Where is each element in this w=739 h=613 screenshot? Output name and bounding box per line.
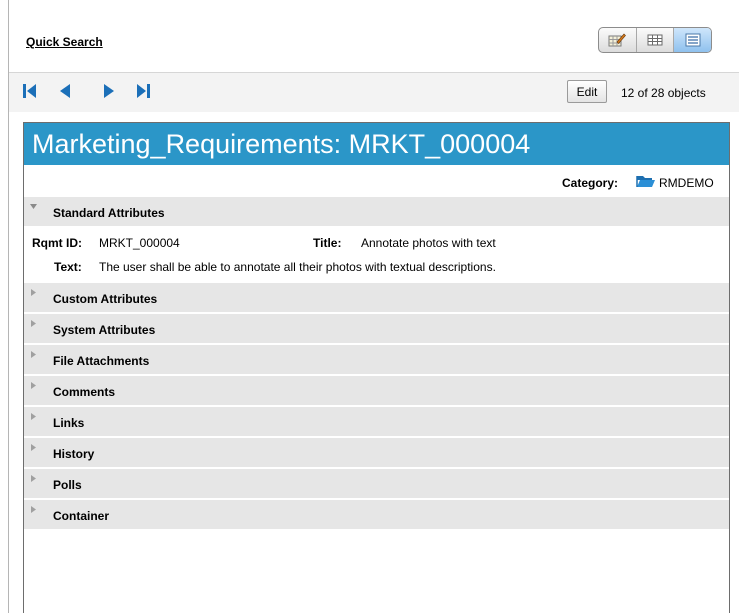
top-bar: Quick Search <box>9 0 739 72</box>
edit-form-icon <box>608 33 627 47</box>
view-form-button[interactable] <box>599 28 637 52</box>
record-navigation-bar: Edit 12 of 28 objects <box>9 72 739 112</box>
triangle-right-icon <box>31 506 36 513</box>
triangle-right-icon <box>31 475 36 482</box>
triangle-down-icon <box>30 204 37 209</box>
section-label: Custom Attributes <box>53 292 158 306</box>
section-polls[interactable]: Polls <box>24 469 729 500</box>
rqmt-id-label: Rqmt ID: <box>32 236 82 250</box>
section-container[interactable]: Container <box>24 500 729 531</box>
list-view-icon <box>685 33 701 47</box>
record-title: Marketing_Requirements: MRKT_000004 <box>24 123 729 165</box>
rqmt-id-value: MRKT_000004 <box>99 236 180 250</box>
title-label: Title: <box>313 236 342 250</box>
category-row: Category: RMDEMO <box>24 165 729 197</box>
previous-record-icon[interactable] <box>56 82 74 100</box>
section-standard-attributes[interactable]: Standard Attributes <box>24 197 729 228</box>
standard-attributes-body: Rqmt ID: MRKT_000004 Title: Annotate pho… <box>24 228 729 283</box>
quick-search-link[interactable]: Quick Search <box>26 35 103 49</box>
triangle-right-icon <box>31 320 36 327</box>
section-label: System Attributes <box>53 323 156 337</box>
section-comments[interactable]: Comments <box>24 376 729 407</box>
section-label: Container <box>53 509 110 523</box>
section-links[interactable]: Links <box>24 407 729 438</box>
category-value: RMDEMO <box>659 176 714 190</box>
triangle-right-icon <box>31 382 36 389</box>
text-value: The user shall be able to annotate all t… <box>99 260 496 274</box>
title-value: Annotate photos with text <box>361 236 496 250</box>
section-label: Polls <box>53 478 82 492</box>
view-mode-toggle <box>598 27 712 53</box>
section-history[interactable]: History <box>24 438 729 469</box>
last-record-icon[interactable] <box>134 82 152 100</box>
category-label: Category: <box>562 176 619 190</box>
view-list-button[interactable] <box>674 28 711 52</box>
triangle-right-icon <box>31 444 36 451</box>
section-label: Links <box>53 416 85 430</box>
first-record-icon[interactable] <box>21 82 39 100</box>
folder-icon <box>636 176 655 187</box>
section-label: Standard Attributes <box>53 206 165 220</box>
text-label: Text: <box>54 260 82 274</box>
section-label: History <box>53 447 95 461</box>
view-grid-button[interactable] <box>637 28 675 52</box>
grid-view-icon <box>647 34 663 46</box>
edit-button[interactable]: Edit <box>567 80 607 103</box>
triangle-right-icon <box>31 413 36 420</box>
section-file-attachments[interactable]: File Attachments <box>24 345 729 376</box>
section-label: Comments <box>53 385 116 399</box>
record-panel: Marketing_Requirements: MRKT_000004 Cate… <box>23 122 730 613</box>
section-custom-attributes[interactable]: Custom Attributes <box>24 283 729 314</box>
triangle-right-icon <box>31 289 36 296</box>
section-system-attributes[interactable]: System Attributes <box>24 314 729 345</box>
object-count: 12 of 28 objects <box>621 86 706 100</box>
triangle-right-icon <box>31 351 36 358</box>
next-record-icon[interactable] <box>100 82 118 100</box>
section-label: File Attachments <box>53 354 150 368</box>
